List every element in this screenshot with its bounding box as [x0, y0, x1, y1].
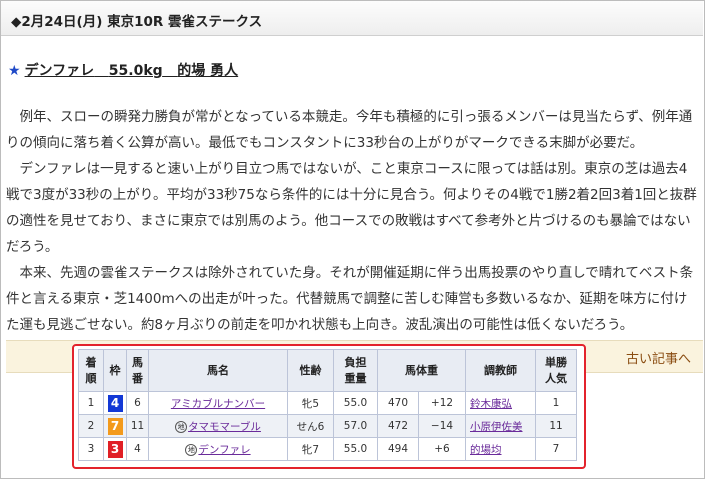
- waku-cell: 3: [103, 437, 127, 461]
- article-line: りの傾向に落ち着く公算が高い。最低でもコンスタントに33秒台の上がりがマークでき…: [6, 135, 644, 151]
- star-icon: ★: [8, 63, 21, 79]
- popularity-cell: 7: [535, 437, 577, 461]
- horse-name-link[interactable]: タマモマーブル: [188, 421, 261, 433]
- col-rank: 着順: [78, 349, 104, 392]
- rank-cell: 1: [78, 391, 104, 415]
- article-body: 例年、スローの瞬発力勝負が常がとなっている本競走。今年も積極的に引っ張るメンバー…: [6, 104, 702, 338]
- umaban-cell: 6: [126, 391, 149, 415]
- article-line: 件と言える東京・芝1400mへの出走が叶った。代替競馬で調整に苦しむ陣営も多数い…: [6, 291, 688, 307]
- waku-badge: 3: [107, 440, 123, 458]
- pick-line: ★ デンファレ 55.0kg 的場 勇人: [8, 60, 238, 80]
- article-line: 例年、スローの瞬発力勝負が常がとなっている本競走。今年も積極的に引っ張るメンバー…: [19, 109, 693, 125]
- horse-name-link[interactable]: アミカブルナンバー: [171, 398, 265, 410]
- pick-horse-link[interactable]: デンファレ 55.0kg 的場 勇人: [25, 63, 239, 79]
- rank-cell: 3: [78, 437, 104, 461]
- article-line: 本来、先週の雲雀ステークスは除外されていた身。それが開催延期に伴う出馬投票のやり…: [19, 265, 694, 281]
- article-line: た運も見逃ごせない。約8ヶ月ぶりの前走を叩かれ状態も上向き。波乱演出の可能性は低…: [6, 317, 634, 333]
- weight-cell: 57.0: [333, 414, 378, 438]
- weight-diff-cell: +6: [418, 437, 466, 461]
- body-weight-cell: 472: [377, 414, 419, 438]
- umaban-cell: 11: [126, 414, 149, 438]
- local-horse-icon: 地: [175, 420, 188, 433]
- sex-age-cell: せん6: [287, 414, 334, 438]
- pick-weight: 55.0kg: [108, 63, 163, 79]
- table-row: 3 3 4 地デンファレ 牝7 55.0 494 +6 的場均 7: [78, 437, 577, 461]
- old-articles-link[interactable]: 古い記事へ: [626, 348, 691, 367]
- trainer-cell: 小原伊佐美: [465, 414, 536, 438]
- col-sex-age: 性齢: [287, 349, 334, 392]
- results-table: 着順 枠 馬番 馬名 性齢 負担 重量 馬体重 調教師 単勝 人気 1 4 6 アミカブル…: [78, 349, 577, 461]
- col-umaban: 馬番: [126, 349, 149, 392]
- popularity-cell: 11: [535, 414, 577, 438]
- col-trainer: 調教師: [465, 349, 536, 392]
- col-body-weight: 馬体重: [377, 349, 466, 392]
- weight-cell: 55.0: [333, 391, 378, 415]
- body-weight-cell: 494: [377, 437, 419, 461]
- trainer-cell: 的場均: [465, 437, 536, 461]
- article-line: の適性を見せており、まさに東京では別馬のよう。他コースでの敗戦はすべて参考外と片…: [6, 213, 691, 229]
- article-line: 戦で3度が33秒の上がり。平均が33秒75なら条件的には十分に見合う。何よりその…: [6, 187, 697, 203]
- sex-age-cell: 牝7: [287, 437, 334, 461]
- waku-cell: 7: [103, 414, 127, 438]
- article-line: デンファレは一見すると速い上がり目立つ馬ではないが、こと東京コースに限っては話は…: [19, 161, 688, 177]
- table-row: 2 7 11 地タマモマーブル せん6 57.0 472 −14 小原伊佐美 11: [78, 414, 577, 438]
- horse-name-cell: アミカブルナンバー: [148, 391, 288, 415]
- col-waku: 枠: [103, 349, 127, 392]
- popularity-cell: 1: [535, 391, 577, 415]
- waku-cell: 4: [103, 391, 127, 415]
- horse-name-cell: 地デンファレ: [148, 437, 288, 461]
- table-row: 1 4 6 アミカブルナンバー 牝5 55.0 470 +12 鈴木康弘 1: [78, 391, 577, 415]
- pick-jockey: 的場 勇人: [177, 63, 239, 79]
- horse-name-cell: 地タマモマーブル: [148, 414, 288, 438]
- results-table-box: 着順 枠 馬番 馬名 性齢 負担 重量 馬体重 調教師 単勝 人気 1 4 6 アミカブル…: [72, 344, 586, 469]
- col-popularity: 単勝 人気: [535, 349, 577, 392]
- rank-cell: 2: [78, 414, 104, 438]
- col-weight: 負担 重量: [333, 349, 378, 392]
- sex-age-cell: 牝5: [287, 391, 334, 415]
- race-title: ◆2月24日(月) 東京10R 雲雀ステークス: [11, 14, 263, 30]
- trainer-link[interactable]: 的場均: [470, 444, 502, 456]
- race-header: ◆2月24日(月) 東京10R 雲雀ステークス: [1, 1, 703, 36]
- waku-badge: 4: [107, 394, 123, 412]
- col-horse-name: 馬名: [148, 349, 288, 392]
- trainer-cell: 鈴木康弘: [465, 391, 536, 415]
- trainer-link[interactable]: 小原伊佐美: [470, 421, 523, 433]
- pick-horse-name: デンファレ: [24, 63, 95, 79]
- article-line: だろう。: [6, 239, 59, 255]
- body-weight-cell: 470: [377, 391, 419, 415]
- umaban-cell: 4: [126, 437, 149, 461]
- local-horse-icon: 地: [185, 443, 198, 456]
- trainer-link[interactable]: 鈴木康弘: [470, 398, 512, 410]
- weight-diff-cell: +12: [418, 391, 466, 415]
- weight-diff-cell: −14: [418, 414, 466, 438]
- weight-cell: 55.0: [333, 437, 378, 461]
- horse-name-link[interactable]: デンファレ: [198, 444, 250, 456]
- waku-badge: 7: [107, 417, 123, 435]
